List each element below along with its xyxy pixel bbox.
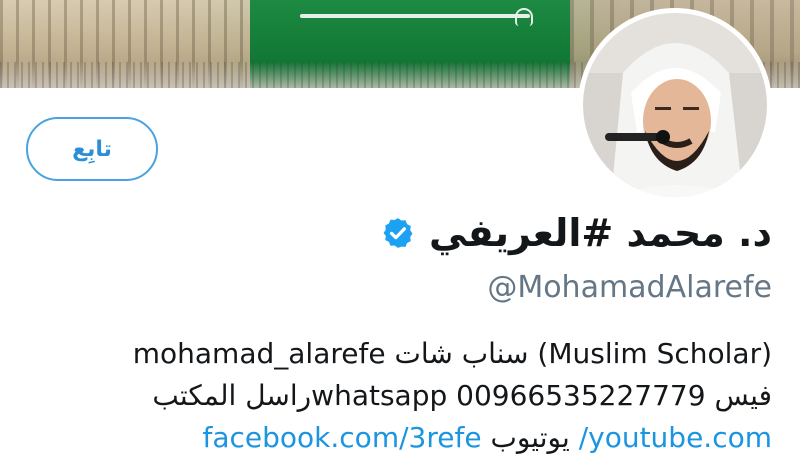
- profile-photo-icon: [583, 13, 767, 197]
- follow-button[interactable]: تابِع: [26, 117, 158, 181]
- facebook-link[interactable]: facebook.com/3refe: [203, 421, 482, 454]
- youtube-link[interactable]: youtube.com/: [579, 421, 772, 454]
- profile-name-row: د. محمد #العريفي: [381, 203, 772, 263]
- profile-handle: @MohamadAlarefe: [487, 270, 772, 305]
- youtube-word: يوتيوب: [490, 421, 570, 454]
- profile-bio: mohamad_alarefe سناب شات (Muslim Scholar…: [20, 333, 772, 459]
- banner-sword: [300, 14, 530, 18]
- verified-badge-icon: [383, 218, 413, 248]
- bio-line-2: فيس 00966535227779 whatsappراسل المكتب: [152, 379, 772, 412]
- display-name: د. محمد #العريفي: [428, 211, 772, 255]
- bio-line-1: mohamad_alarefe سناب شات (Muslim Scholar…: [132, 337, 772, 370]
- banner-sword-hilt: [515, 8, 533, 26]
- bio-line-3: youtube.com/ يوتيوب facebook.com/3refe: [20, 417, 773, 459]
- avatar[interactable]: [578, 8, 772, 202]
